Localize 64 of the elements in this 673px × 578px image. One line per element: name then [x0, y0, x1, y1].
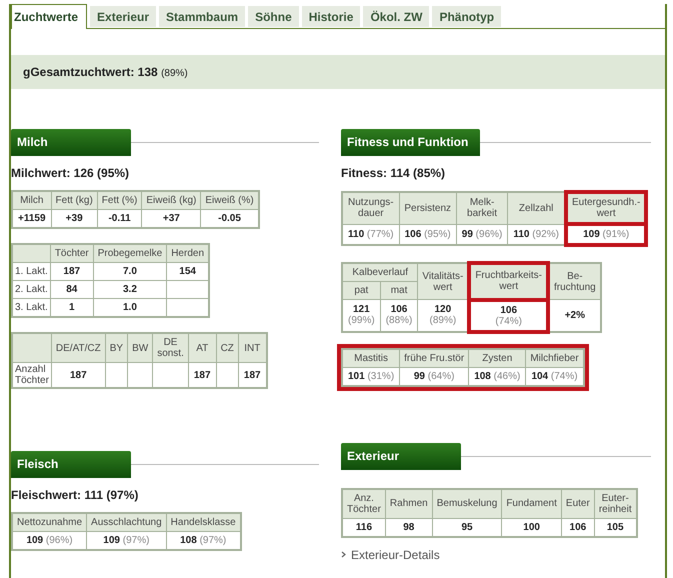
tab[interactable]: Zuchtwerte: [11, 4, 88, 29]
column-header: Melk- barkeit: [456, 192, 508, 224]
column-header: Euter: [561, 488, 594, 518]
column-header: Zysten: [468, 348, 526, 367]
column-header: Eiweiß (%): [200, 191, 259, 210]
column-header: Euter- reinheit: [594, 488, 637, 518]
tab[interactable]: Exterieur: [90, 6, 156, 27]
column-header: Be- fruchtung: [548, 263, 601, 300]
table-cell: 3.2: [93, 280, 167, 298]
column-header: Fett (%): [97, 191, 142, 210]
row-header: 1. Lakt.: [12, 262, 50, 280]
tab[interactable]: Phänotyp: [432, 6, 502, 27]
column-header: pat: [342, 282, 380, 300]
details-link[interactable]: Exterieur-Details: [351, 548, 440, 562]
column-header: Handelsklasse: [166, 513, 241, 532]
section-header: Milch: [11, 129, 131, 156]
column-header: BY: [105, 333, 128, 362]
section-header: Fleisch: [11, 451, 131, 478]
table-cell: 187: [50, 262, 94, 280]
total-score: gGesamtzuchtwert: 138 (89%): [23, 65, 188, 79]
column-header: frühe Fru.stör: [400, 348, 469, 367]
column-header: Fundament: [502, 488, 562, 518]
column-header: Rahmen: [385, 488, 432, 518]
column-header: Herden: [166, 244, 210, 262]
column-header: Bemuskelung: [432, 488, 502, 518]
column-header: DE sonst.: [152, 333, 188, 362]
tab[interactable]: Stammbaum: [159, 6, 246, 27]
column-header: Anz. Töchter: [342, 488, 386, 518]
column-header: INT: [238, 333, 267, 362]
column-header: Eutergesundh.- wert: [566, 192, 646, 224]
column-header: Fett (kg): [51, 191, 98, 210]
table-cell: 106 (74%): [469, 300, 548, 332]
column-header: Zellzahl: [508, 192, 566, 224]
row-header: 2. Lakt.: [12, 280, 50, 298]
section-score: Fleischwert: 111 (97%): [11, 488, 140, 502]
section-score: Milchwert: 126 (95%): [11, 166, 130, 180]
section-header: Fitness und Funktion: [341, 129, 480, 156]
column-header: Persistenz: [399, 192, 456, 224]
table-cell: 109 (91%): [566, 224, 646, 245]
column-header: Mastitis: [342, 348, 400, 367]
column-header: Nutzungs- dauer: [342, 192, 400, 224]
section-score: Fitness: 114 (85%): [341, 166, 446, 180]
tab[interactable]: Historie: [302, 6, 360, 27]
chevron-icon: [341, 551, 346, 558]
column-header: Nettozunahme: [12, 513, 87, 532]
column-header: Vitalitäts- wert: [418, 263, 470, 300]
column-header: Milchfieber: [526, 348, 584, 367]
column-header: Fruchtbarkeits- wert: [469, 263, 548, 300]
column-header: Eiweiß (kg): [142, 191, 201, 210]
column-header: Milch: [12, 191, 52, 210]
section-header: Exterieur: [341, 442, 461, 470]
column-header: Kalbeverlauf: [342, 263, 418, 282]
column-header: Probegemelke: [93, 244, 167, 262]
column-header: DE/AT/CZ: [51, 333, 106, 362]
column-header: BW: [128, 333, 153, 362]
row-header: Anzahl Töchter: [12, 362, 52, 388]
table-cell: 84: [50, 280, 94, 298]
tab[interactable]: Ökol. ZW: [363, 6, 430, 27]
column-header: Ausschlachtung: [86, 513, 166, 532]
column-header: AT: [188, 333, 216, 362]
table-cell: 7.0: [93, 262, 167, 280]
tab[interactable]: Söhne: [248, 6, 299, 27]
column-header: Töchter: [50, 244, 94, 262]
column-header: CZ: [216, 333, 238, 362]
